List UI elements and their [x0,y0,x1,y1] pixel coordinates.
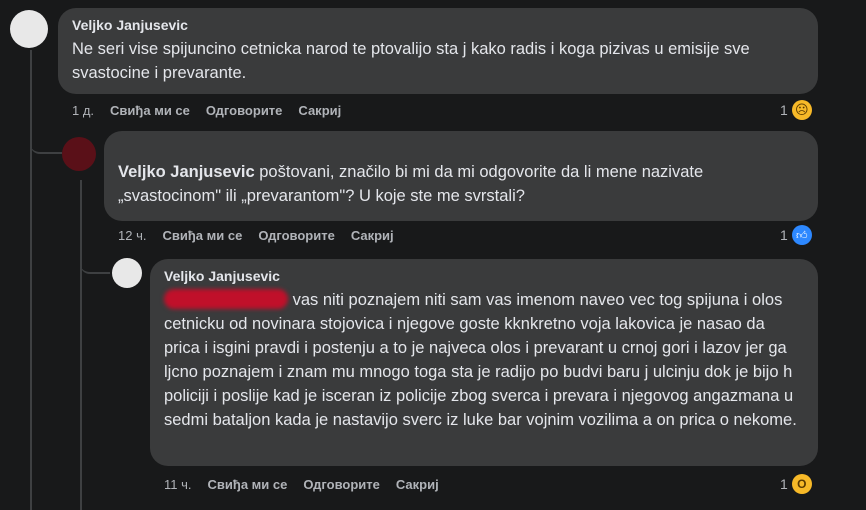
sad-emoji-icon: ☹ [791,100,812,120]
comment-bubble: Veljko Janjusevic Ne seri vise spijuncin… [58,8,818,94]
like-button[interactable]: Свиђа ми се [162,228,242,243]
comment-time[interactable]: 1 д. [72,103,94,118]
wow-emoji-icon: O [791,474,812,494]
reaction-summary[interactable]: 1 👍︎ [780,225,812,245]
hide-button[interactable]: Сакриј [396,477,439,492]
avatar[interactable] [62,137,96,171]
mention-link[interactable]: Veljko Janjusevic [118,163,255,181]
comment-text: vas niti poznajem niti sam vas imenom na… [164,288,804,432]
like-button[interactable]: Свиђа ми се [208,477,288,492]
comment-author[interactable]: Veljko Janjusevic [164,268,804,284]
reaction-count: 1 [780,476,788,492]
hide-button[interactable]: Сакриј [351,228,394,243]
redacted-mention [164,289,288,309]
reply-button[interactable]: Одговорите [303,477,380,492]
reaction-count: 1 [780,102,788,118]
hide-button[interactable]: Сакриј [298,103,341,118]
comment-time[interactable]: 12 ч. [118,228,146,243]
reaction-count: 1 [780,227,788,243]
thread-line [30,120,62,154]
comment-text: Veljko Janjusevic poštovani, značilo bi … [118,160,804,208]
avatar[interactable] [10,10,48,48]
comment-body: vas niti poznajem niti sam vas imenom na… [164,291,797,429]
comment-text: Ne seri vise spijuncino cetnicka narod t… [72,40,750,82]
reply-button[interactable]: Одговорите [258,228,335,243]
thread-line [80,240,110,274]
comment-actions: 11 ч. Свиђа ми се Одговорите Сакриј [164,477,439,492]
avatar[interactable] [112,258,142,288]
like-icon: 👍︎ [791,225,812,245]
thread-line [30,50,32,510]
comment-actions: 12 ч. Свиђа ми се Одговорите Сакриј [118,228,394,243]
like-button[interactable]: Свиђа ми се [110,103,190,118]
comment-time[interactable]: 11 ч. [164,477,192,492]
reaction-summary[interactable]: 1 ☹ [780,100,812,120]
comment-bubble: Veljko Janjusevic vas niti poznajem niti… [150,259,818,466]
reaction-summary[interactable]: 1 O [780,474,812,494]
comment-actions: 1 д. Свиђа ми се Одговорите Сакриј [72,103,341,118]
reply-button[interactable]: Одговорите [206,103,283,118]
comment-bubble: Veljko Janjusevic poštovani, značilo bi … [104,131,818,221]
thread-line [80,180,82,510]
comment-author[interactable]: Veljko Janjusevic [72,17,804,33]
